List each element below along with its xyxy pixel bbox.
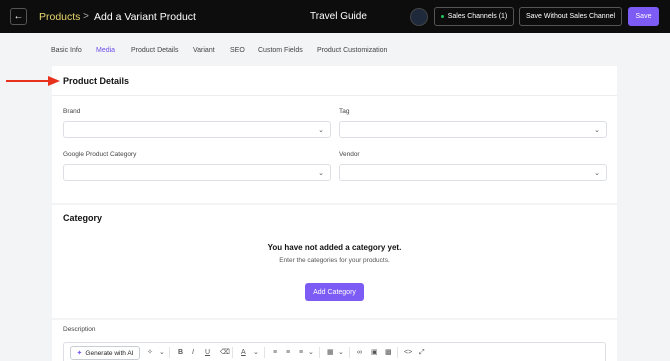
bullet-list-icon[interactable]: ≡ <box>273 348 277 357</box>
vendor-select[interactable]: ⌄ <box>339 164 607 181</box>
divider <box>52 95 617 96</box>
avatar[interactable] <box>410 8 428 26</box>
toolbar-separator <box>232 347 233 358</box>
toolbar-separator <box>169 347 170 358</box>
chevron-down-icon[interactable]: ⌄ <box>308 348 314 357</box>
chevron-down-icon[interactable]: ⌄ <box>159 348 165 357</box>
sales-channels-button[interactable]: Sales Channels (1) <box>434 7 514 26</box>
toolbar-separator <box>397 347 398 358</box>
bold-icon[interactable]: B <box>178 348 183 357</box>
sales-channels-label: Sales Channels (1) <box>447 13 508 20</box>
toolbar-separator <box>349 347 350 358</box>
google-product-category-label: Google Product Category <box>63 151 137 158</box>
tab-custom-fields[interactable]: Custom Fields <box>258 47 303 54</box>
link-icon[interactable]: ∞ <box>357 348 362 357</box>
sparkle-icon: ✦ <box>76 350 83 357</box>
product-details-title: Product Details <box>63 76 130 86</box>
tab-bar: Basic Info Media Product Details Variant… <box>0 33 670 67</box>
chevron-down-icon: ⌄ <box>594 170 600 177</box>
page-title: Add a Variant Product <box>94 11 196 23</box>
editor-toolbar: ✦ Generate with AI ✧ ⌄ B I U ⌫ A ⌄ ≡ ≡ ≡… <box>63 342 606 361</box>
generate-with-ai-button[interactable]: ✦ Generate with AI <box>70 346 140 360</box>
chevron-down-icon[interactable]: ⌄ <box>253 348 259 357</box>
breadcrumb-separator: > <box>83 11 89 22</box>
tab-product-customization[interactable]: Product Customization <box>317 47 387 54</box>
table-icon[interactable]: ▦ <box>327 348 334 357</box>
tab-media[interactable]: Media <box>96 47 115 54</box>
tag-select[interactable]: ⌄ <box>339 121 607 138</box>
description-label: Description <box>63 326 96 333</box>
save-without-sales-channel-button[interactable]: Save Without Sales Channel <box>519 7 622 26</box>
arrow-left-icon: ← <box>13 11 24 22</box>
numbered-list-icon[interactable]: ≡ <box>286 348 290 357</box>
breadcrumb-products[interactable]: Products <box>39 11 80 23</box>
code-icon[interactable]: <> <box>404 348 412 357</box>
back-button[interactable]: ← <box>10 8 27 25</box>
vendor-label: Vendor <box>339 151 360 158</box>
tab-basic-info[interactable]: Basic Info <box>51 47 82 54</box>
tab-seo[interactable]: SEO <box>230 47 245 54</box>
video-icon[interactable]: ▩ <box>385 348 392 357</box>
chevron-down-icon[interactable]: ⌄ <box>338 348 344 357</box>
tag-label: Tag <box>339 108 350 115</box>
category-empty-title: You have not added a category yet. <box>267 243 402 252</box>
toolbar-separator <box>319 347 320 358</box>
generate-with-ai-label: Generate with AI <box>85 349 134 357</box>
chevron-down-icon: ⌄ <box>318 170 324 177</box>
brand-select[interactable]: ⌄ <box>63 121 331 138</box>
magic-wand-icon[interactable]: ✧ <box>147 348 153 357</box>
product-details-card: Product Details Brand ⌄ Tag ⌄ Google Pro… <box>52 66 617 203</box>
store-name: Travel Guide <box>310 11 367 22</box>
chevron-down-icon: ⌄ <box>594 127 600 134</box>
eraser-icon[interactable]: ⌫ <box>220 348 230 357</box>
chevron-down-icon: ⌄ <box>318 127 324 134</box>
annotation-arrow-icon <box>6 76 60 86</box>
underline-icon[interactable]: U <box>205 348 210 357</box>
category-empty-subtitle: Enter the categories for your products. <box>279 257 390 264</box>
text-color-icon[interactable]: A <box>241 348 246 357</box>
brand-label: Brand <box>63 108 81 115</box>
category-title: Category <box>63 213 103 223</box>
save-button[interactable]: Save <box>628 7 659 26</box>
status-dot-icon <box>440 15 444 18</box>
tab-product-details[interactable]: Product Details <box>131 47 178 54</box>
google-product-category-select[interactable]: ⌄ <box>63 164 331 181</box>
top-bar: ← Products > Add a Variant Product Trave… <box>0 0 670 33</box>
italic-icon[interactable]: I <box>192 348 194 357</box>
tab-variant[interactable]: Variant <box>193 47 215 54</box>
add-category-button[interactable]: Add Category <box>305 283 364 301</box>
category-card: Category You have not added a category y… <box>52 205 617 318</box>
fullscreen-icon[interactable]: ⤢ <box>419 348 425 357</box>
align-icon[interactable]: ≡ <box>299 348 303 357</box>
toolbar-separator <box>264 347 265 358</box>
description-card: Description ✦ Generate with AI ✧ ⌄ B I U… <box>52 320 617 361</box>
image-icon[interactable]: ▣ <box>371 348 378 357</box>
